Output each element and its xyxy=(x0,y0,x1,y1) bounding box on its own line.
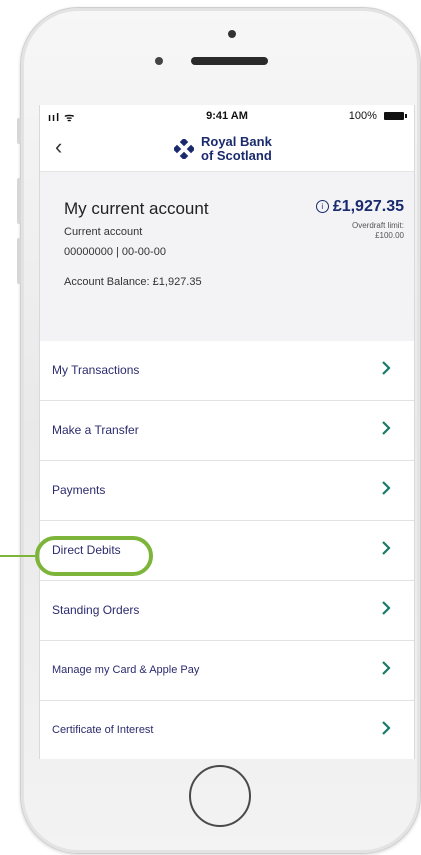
brand-line1: Royal Bank xyxy=(201,134,272,149)
front-camera xyxy=(228,30,236,38)
volume-down-button xyxy=(17,238,21,284)
menu-item-label: Payments xyxy=(52,483,106,497)
callout-pointer-line xyxy=(0,555,35,557)
menu-item-manage-card-apple-pay[interactable]: Manage my Card & Apple Pay xyxy=(40,641,414,701)
nav-bar: ‹ Royal Bank of Scotland xyxy=(40,127,414,171)
menu-item-label: Make a Transfer xyxy=(52,423,139,437)
rbs-logo-icon xyxy=(174,139,194,159)
earpiece-speaker xyxy=(191,57,268,65)
menu-item-payments[interactable]: Payments xyxy=(40,461,414,521)
battery-status: 100% xyxy=(348,110,407,122)
menu-item-my-transactions[interactable]: My Transactions xyxy=(40,341,414,401)
menu-item-label: Manage my Card & Apple Pay xyxy=(52,664,200,676)
menu-item-label: Standing Orders xyxy=(52,603,140,617)
account-amount: i £1,927.35 xyxy=(315,198,404,216)
chevron-right-icon xyxy=(382,481,391,495)
account-number: 00000000 | 00-00-00 xyxy=(64,246,166,258)
home-button[interactable] xyxy=(189,765,251,827)
status-bar: ııl ᯤ 9:41 AM 100% xyxy=(40,105,414,127)
menu-item-make-a-transfer[interactable]: Make a Transfer xyxy=(40,401,414,461)
chevron-right-icon xyxy=(382,361,391,375)
account-type: Current account xyxy=(64,226,143,238)
proximity-sensor xyxy=(155,57,163,65)
mute-switch xyxy=(17,118,21,144)
volume-up-button xyxy=(17,178,21,224)
back-chevron-icon[interactable]: ‹ xyxy=(55,134,62,160)
chevron-right-icon xyxy=(382,601,391,615)
chevron-right-icon xyxy=(382,721,391,735)
menu-item-label: Certificate of Interest xyxy=(52,724,154,736)
account-summary: My current account Current account 00000… xyxy=(40,171,414,342)
chevron-right-icon xyxy=(382,541,391,555)
chevron-right-icon xyxy=(382,421,391,435)
overdraft-label: Overdraft limit: xyxy=(351,221,404,230)
chevron-right-icon xyxy=(382,661,391,675)
overdraft-value: £100.00 xyxy=(375,231,404,240)
brand-name: Royal Bank of Scotland xyxy=(201,135,272,163)
menu-item-standing-orders[interactable]: Standing Orders xyxy=(40,581,414,641)
account-title: My current account xyxy=(64,199,209,218)
menu-item-label: My Transactions xyxy=(52,363,140,377)
direct-debits-highlight xyxy=(35,536,153,576)
account-balance-label: Account Balance: £1,927.35 xyxy=(64,276,202,288)
brand-line2: of Scotland xyxy=(201,148,272,163)
battery-percent: 100% xyxy=(348,110,377,122)
app-screen: ııl ᯤ 9:41 AM 100% ‹ Royal Bank of Scotl… xyxy=(39,105,415,759)
menu-item-certificate-of-interest[interactable]: Certificate of Interest xyxy=(40,701,414,759)
info-icon[interactable]: i xyxy=(315,200,329,213)
battery-icon xyxy=(384,112,407,120)
amount-value: £1,927.35 xyxy=(332,198,404,215)
